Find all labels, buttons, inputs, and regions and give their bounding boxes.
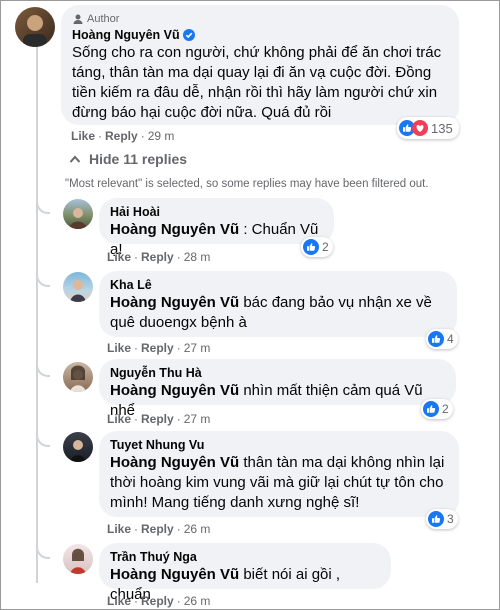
- commenter-name[interactable]: Trần Thuý Nga: [110, 550, 380, 564]
- commenter-name[interactable]: Hoàng Nguyên Vũ: [72, 28, 180, 42]
- hide-replies-label: Hide 11 replies: [89, 151, 188, 167]
- thread-branch: [36, 363, 50, 377]
- reply-link[interactable]: Reply: [141, 522, 174, 536]
- verified-badge-icon: [182, 29, 195, 41]
- mention-link[interactable]: Hoàng Nguyên Vũ: [110, 454, 239, 471]
- timestamp[interactable]: 26 m: [184, 594, 211, 608]
- reaction-summary[interactable]: 135: [397, 117, 459, 139]
- reaction-count: 3: [447, 512, 454, 526]
- reply-bubble: Hải Hoài Hoàng Nguyên Vũ : Chuẩn Vũ ạ!: [99, 198, 334, 258]
- comment-text: Sống cho ra con người, chứ không phải để…: [72, 44, 442, 121]
- like-link[interactable]: Like: [107, 412, 131, 426]
- reaction-count: 135: [431, 120, 453, 136]
- avatar[interactable]: [63, 432, 93, 462]
- thread-branch: [36, 545, 50, 559]
- reply-text: Hoàng Nguyên Vũ bác đang bảo vụ nhận xe …: [110, 294, 432, 331]
- timestamp[interactable]: 26 m: [184, 522, 211, 536]
- filter-notice: "Most relevant" is selected, so some rep…: [65, 178, 429, 190]
- reaction-count: 2: [442, 402, 449, 416]
- like-reaction-icon: [303, 239, 319, 255]
- chevron-up-icon: [69, 155, 81, 163]
- mention-link[interactable]: Hoàng Nguyên Vũ: [110, 221, 239, 238]
- reply-bubble: Tuyet Nhung Vu Hoàng Nguyên Vũ thân tàn …: [99, 431, 459, 517]
- reply-actions: Like · Reply · 27 m: [107, 412, 211, 426]
- reply-actions: Like · Reply · 26 m: [107, 594, 211, 608]
- timestamp[interactable]: 27 m: [184, 412, 211, 426]
- avatar[interactable]: [63, 199, 93, 229]
- avatar[interactable]: [63, 544, 93, 574]
- timestamp[interactable]: 28 m: [184, 250, 211, 264]
- like-link[interactable]: Like: [107, 250, 131, 264]
- timestamp[interactable]: 27 m: [184, 341, 211, 355]
- thread-branch: [36, 433, 50, 447]
- reply-bubble: Nguyễn Thu Hà Hoàng Nguyên Vũ nhìn mất t…: [99, 359, 456, 419]
- mention-link[interactable]: Hoàng Nguyên Vũ: [110, 294, 239, 311]
- reply-link[interactable]: Reply: [105, 129, 138, 143]
- like-reaction-icon: [428, 511, 444, 527]
- love-reaction-icon: [412, 120, 428, 136]
- reaction-summary[interactable]: 4: [426, 329, 458, 349]
- reaction-count: 4: [447, 332, 454, 346]
- thread-line: [36, 43, 38, 583]
- comment-bubble: Author Hoàng Nguyên Vũ Sống cho ra con n…: [61, 5, 459, 125]
- reply-link[interactable]: Reply: [141, 250, 174, 264]
- reply-link[interactable]: Reply: [141, 594, 174, 608]
- reaction-summary[interactable]: 2: [301, 237, 333, 257]
- mention-link[interactable]: Hoàng Nguyên Vũ: [110, 566, 239, 583]
- avatar[interactable]: [63, 272, 93, 302]
- reaction-summary[interactable]: 3: [426, 509, 458, 529]
- reply-actions: Like · Reply · 26 m: [107, 522, 211, 536]
- reply-bubble: Trần Thuý Nga Hoàng Nguyên Vũ biết nói a…: [99, 543, 391, 603]
- like-reaction-icon: [423, 401, 439, 417]
- author-icon: [73, 14, 83, 24]
- author-badge: Author: [87, 13, 120, 25]
- timestamp[interactable]: 29 m: [148, 129, 175, 143]
- mention-link[interactable]: Hoàng Nguyên Vũ: [110, 382, 239, 399]
- reply-text: Hoàng Nguyên Vũ thân tàn ma dại không nh…: [110, 454, 445, 511]
- thread-branch: [36, 200, 50, 214]
- reply-link[interactable]: Reply: [141, 341, 174, 355]
- commenter-name[interactable]: Tuyet Nhung Vu: [110, 438, 448, 452]
- avatar[interactable]: [63, 362, 93, 392]
- avatar[interactable]: [15, 7, 55, 47]
- commenter-name[interactable]: Kha Lê: [110, 278, 446, 292]
- comment-thread: Author Hoàng Nguyên Vũ Sống cho ra con n…: [0, 0, 500, 610]
- comment-actions: Like · Reply · 29 m: [71, 129, 175, 143]
- like-link[interactable]: Like: [107, 594, 131, 608]
- commenter-name[interactable]: Hải Hoài: [110, 205, 323, 219]
- reaction-count: 2: [322, 240, 329, 254]
- commenter-name[interactable]: Nguyễn Thu Hà: [110, 366, 445, 380]
- reply-link[interactable]: Reply: [141, 412, 174, 426]
- reply-actions: Like · Reply · 28 m: [107, 250, 211, 264]
- like-reaction-icon: [428, 331, 444, 347]
- reaction-summary[interactable]: 2: [421, 399, 453, 419]
- reply-actions: Like · Reply · 27 m: [107, 341, 211, 355]
- like-link[interactable]: Like: [71, 129, 95, 143]
- like-link[interactable]: Like: [107, 341, 131, 355]
- hide-replies-button[interactable]: Hide 11 replies: [69, 151, 187, 167]
- like-link[interactable]: Like: [107, 522, 131, 536]
- reply-bubble: Kha Lê Hoàng Nguyên Vũ bác đang bảo vụ n…: [99, 271, 457, 337]
- thread-branch: [36, 273, 50, 287]
